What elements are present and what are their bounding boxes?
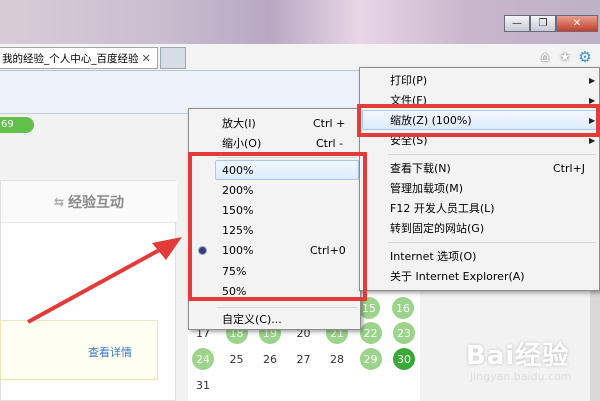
tools-menu-item[interactable]: 转到固定的网站(G) (360, 218, 599, 238)
calendar-day[interactable]: 26 (259, 348, 281, 370)
browser-tab[interactable]: 我的经验_个人中心_百度经验 ✕ (0, 47, 158, 69)
tools-menu-item[interactable]: 管理加载项(M) (360, 178, 599, 198)
calendar-day[interactable]: 29 (359, 348, 382, 370)
tools-menu-shortcut: Ctrl+J (553, 161, 586, 175)
annotation-box-zoom-levels (188, 152, 367, 301)
panel-title: 经验互动 (68, 194, 125, 211)
tab-close-icon[interactable]: ✕ (142, 52, 151, 65)
badge-count: 69 (0, 117, 34, 133)
panel-header[interactable]: ⇆ 经验互动 (1, 181, 177, 223)
close-window-button[interactable]: ✕ (556, 15, 598, 32)
tools-menu-label: 管理加载项(M) (390, 182, 464, 195)
maximize-button[interactable]: ❐ (530, 15, 556, 32)
menu-separator (217, 307, 357, 308)
scrollbar[interactable] (590, 290, 600, 401)
calendar-day[interactable]: 25 (226, 348, 248, 370)
menu-separator (388, 154, 596, 155)
calendar-day[interactable]: 22 (359, 322, 382, 344)
tools-menu-label: 查看下载(N) (390, 162, 451, 175)
new-tab-button[interactable] (160, 47, 186, 69)
calendar-day[interactable]: 23 (393, 322, 415, 344)
tools-menu-label: 打印(P) (390, 74, 428, 87)
tools-menu: 打印(P) ▶ 文件(F) ▶ 缩放(Z) (100%) ▶ 安全(S) ▶ 查看下载(N) Ct… (359, 67, 600, 291)
calendar-day[interactable]: 27 (293, 348, 315, 370)
window-controls: — ❐ ✕ (504, 15, 598, 32)
tools-menu-item[interactable]: 关于 Internet Explorer(A) (360, 266, 599, 286)
minimize-button[interactable]: — (504, 15, 530, 32)
tab-title: 我的经验_个人中心_百度经验 (2, 52, 139, 65)
calendar-day[interactable]: 31 (192, 374, 214, 396)
zoom-custom-item[interactable]: 自定义(C)... (189, 309, 360, 329)
menu-separator (388, 242, 596, 243)
tools-menu-label: 转到固定的网站(G) (390, 222, 485, 235)
calendar-day[interactable]: 24 (192, 348, 214, 370)
tools-menu-label: Internet 选项(O) (390, 250, 477, 263)
zoom-in-label: 放大(I) (222, 117, 256, 130)
tools-menu-item[interactable]: 打印(P) ▶ (360, 70, 599, 90)
calendar-day[interactable]: 16 (392, 297, 414, 319)
toolbar-icons: ⌂ ★ ⚙ (538, 48, 592, 66)
exchange-icon: ⇆ (53, 194, 65, 209)
zoom-in-shortcut: Ctrl + (313, 116, 346, 130)
tools-menu-item[interactable]: F12 开发人员工具(L) (360, 198, 599, 218)
zoom-out-label: 缩小(O) (222, 137, 262, 150)
zoom-out-shortcut: Ctrl - (316, 136, 344, 150)
info-box (0, 320, 158, 380)
window-titlebar: — ❐ ✕ (0, 0, 600, 44)
home-icon[interactable]: ⌂ (538, 49, 552, 65)
watermark-url: jingyan.baidu.com (470, 370, 572, 383)
view-details-link[interactable]: 查看详情 (88, 344, 132, 360)
tools-menu-label: 关于 Internet Explorer(A) (390, 270, 525, 283)
tools-gear-icon[interactable]: ⚙ (578, 48, 592, 66)
watermark-logo: Bai经验 (466, 341, 570, 371)
favorites-star-icon[interactable]: ★ (558, 49, 572, 65)
tools-menu-label: F12 开发人员工具(L) (390, 202, 495, 215)
tools-menu-item[interactable]: 查看下载(N) Ctrl+J (360, 158, 599, 178)
zoom-in-item[interactable]: 放大(I) Ctrl + (189, 113, 360, 133)
zoom-custom-label: 自定义(C)... (222, 313, 282, 326)
annotation-box-zoom-menu-item (357, 104, 600, 137)
tools-menu-item[interactable]: Internet 选项(O) (360, 246, 599, 266)
submenu-arrow-icon: ▶ (589, 75, 596, 85)
zoom-out-item[interactable]: 缩小(O) Ctrl - (189, 133, 360, 153)
calendar-day[interactable]: 30 (393, 348, 415, 370)
calendar-day[interactable]: 28 (326, 348, 348, 370)
